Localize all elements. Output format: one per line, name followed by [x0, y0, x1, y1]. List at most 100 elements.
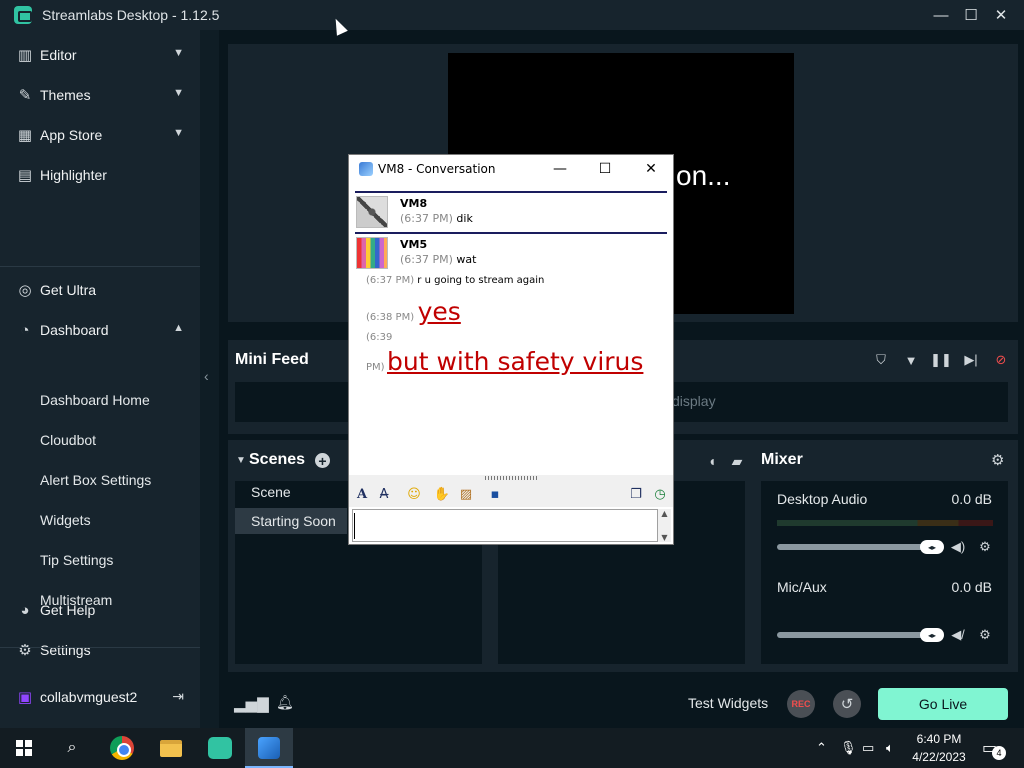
minimize-button[interactable]: —: [548, 157, 572, 181]
speaker-icon[interactable]: ◀): [950, 539, 966, 555]
volume-slider-handle[interactable]: ◂▸: [920, 628, 944, 642]
message-time: (6:37 PM): [400, 212, 453, 225]
filter-icon[interactable]: ▼: [902, 351, 920, 369]
mini-feed-empty-text: display: [672, 393, 716, 409]
font-icon[interactable]: A: [353, 485, 371, 503]
performance-chart-icon[interactable]: ▂▅▇: [234, 695, 269, 713]
windows-logo-icon: [16, 740, 32, 756]
network-icon[interactable]: ▭: [862, 740, 874, 756]
message-input[interactable]: [352, 509, 658, 542]
add-scene-button[interactable]: +: [315, 453, 330, 468]
sidebar-subitem-dashboard-home[interactable]: Dashboard Home: [40, 380, 150, 420]
maximize-button[interactable]: ☐: [956, 0, 986, 30]
start-button[interactable]: [0, 728, 48, 768]
volume-icon[interactable]: 🔈︎: [886, 740, 894, 756]
message: (6:38 PM) yes: [366, 297, 461, 326]
sidebar-item-highlighter[interactable]: ▤ Highlighter: [0, 155, 200, 195]
collapse-caret-icon[interactable]: ▼: [236, 455, 246, 466]
scene-item[interactable]: Scene: [235, 479, 347, 505]
search-icon: ⌕: [67, 739, 77, 756]
close-button[interactable]: ✕: [986, 0, 1016, 30]
gear-icon[interactable]: ⚙: [977, 539, 993, 555]
skip-icon[interactable]: ▶|: [962, 351, 980, 369]
scroll-up-icon[interactable]: ▲: [661, 509, 667, 518]
scene-item-selected[interactable]: Starting Soon: [235, 508, 347, 534]
wink-icon[interactable]: ▨: [457, 485, 475, 503]
sidebar-item-get-help[interactable]: ◕ Get Help: [0, 590, 200, 630]
pause-icon[interactable]: ❚❚: [930, 351, 952, 369]
save-icon[interactable]: ▪: [486, 485, 504, 503]
shield-icon[interactable]: ⛉: [872, 351, 890, 369]
user-name: collabvmguest2: [40, 689, 138, 705]
microphone-icon[interactable]: 🎙︎: [840, 740, 857, 756]
volume-slider[interactable]: [777, 544, 939, 550]
conversation-titlebar[interactable]: VM8 - Conversation: [349, 155, 673, 183]
sidebar-item-label: Get Ultra: [40, 282, 97, 298]
logout-icon[interactable]: ⇥: [172, 688, 184, 705]
speaker-muted-icon[interactable]: ◀/: [950, 627, 966, 643]
search-button[interactable]: ⌕: [48, 728, 96, 768]
splitter-grip[interactable]: [485, 476, 539, 480]
mute-alerts-icon[interactable]: ⊘: [992, 351, 1010, 369]
nudge-icon[interactable]: ✋: [433, 485, 451, 503]
test-widgets-button[interactable]: Test Widgets: [688, 695, 768, 711]
twitch-icon: ▣: [17, 689, 33, 706]
sidebar-item-settings[interactable]: ⚙ Settings: [0, 630, 200, 670]
conversation-title: VM8 - Conversation: [378, 162, 496, 176]
taskbar-streamlabs[interactable]: [196, 728, 244, 768]
sidebar-item-dashboard[interactable]: ◔ Dashboard ▲: [0, 310, 200, 350]
add-folder-icon[interactable]: ▰: [728, 452, 746, 470]
sidebar-item-get-ultra[interactable]: ◎ Get Ultra: [0, 270, 200, 310]
gear-icon[interactable]: ⚙: [991, 451, 1004, 469]
sidebar-item-label: Themes: [40, 87, 91, 103]
taskbar-chrome[interactable]: [98, 728, 146, 768]
message-time: PM): [366, 362, 385, 373]
editor-icon: ▥: [17, 47, 33, 64]
message-time: (6:38 PM): [366, 312, 415, 323]
minimize-icon: —: [553, 161, 567, 177]
message-text: dik: [456, 212, 473, 225]
highlighter-icon: ▤: [17, 167, 33, 184]
sidebar-item-themes[interactable]: ✎ Themes ▼: [0, 75, 200, 115]
chevron-left-icon[interactable]: ‹: [204, 368, 209, 384]
sidebar-divider: [0, 647, 200, 648]
chevron-down-icon: ▼: [173, 87, 184, 99]
sidebar-subitem-widgets[interactable]: Widgets: [40, 500, 91, 540]
go-live-button[interactable]: Go Live: [878, 688, 1008, 720]
taskbar-messenger[interactable]: [245, 728, 293, 768]
maximize-button[interactable]: ☐: [593, 157, 617, 181]
sidebar-user[interactable]: ▣ collabvmguest2 ⇥: [0, 677, 200, 717]
sidebar-subitem-tip-settings[interactable]: Tip Settings: [40, 540, 113, 580]
copy-icon[interactable]: ❐: [627, 485, 645, 503]
sidebar-item-app-store[interactable]: ▦ App Store ▼: [0, 115, 200, 155]
maximize-icon: ☐: [964, 7, 978, 24]
volume-slider[interactable]: [777, 632, 939, 638]
volume-slider-handle[interactable]: ◂▸: [920, 540, 944, 554]
minimize-button[interactable]: —: [926, 0, 956, 30]
sidebar-subitem-alert-box-settings[interactable]: Alert Box Settings: [40, 460, 151, 500]
source-speaker-icon[interactable]: ◖: [703, 452, 721, 470]
preview-text: on...: [676, 160, 731, 191]
mixer-channel-name: Mic/Aux: [777, 579, 827, 595]
close-button[interactable]: ✕: [639, 157, 663, 181]
scroll-down-icon[interactable]: ▼: [661, 533, 667, 542]
clock-time[interactable]: 6:40 PM: [907, 732, 971, 746]
clock-date[interactable]: 4/22/2023: [907, 750, 971, 764]
message-text: but with safety virus: [387, 347, 644, 376]
message-divider: [355, 191, 667, 193]
tray-overflow-icon[interactable]: ⌃: [816, 740, 827, 756]
sidebar-collapse-handle[interactable]: [200, 30, 219, 728]
gear-icon[interactable]: ⚙: [977, 627, 993, 643]
record-button[interactable]: REC: [787, 690, 815, 718]
history-icon[interactable]: ◷: [651, 485, 669, 503]
bell-icon[interactable]: 🔔︎: [276, 694, 294, 711]
message-time: (6:37 PM): [400, 253, 453, 266]
sidebar-item-editor[interactable]: ▥ Editor ▼: [0, 35, 200, 75]
sidebar-subitem-cloudbot[interactable]: Cloudbot: [40, 420, 96, 460]
color-font-icon[interactable]: A̶: [375, 485, 393, 503]
emoticon-icon[interactable]: ☺: [405, 485, 423, 503]
input-scrollbar[interactable]: ▲ ▼: [658, 509, 671, 542]
replay-buffer-button[interactable]: ↺: [833, 690, 861, 718]
close-icon: ✕: [994, 7, 1008, 24]
taskbar-file-explorer[interactable]: [147, 728, 195, 768]
